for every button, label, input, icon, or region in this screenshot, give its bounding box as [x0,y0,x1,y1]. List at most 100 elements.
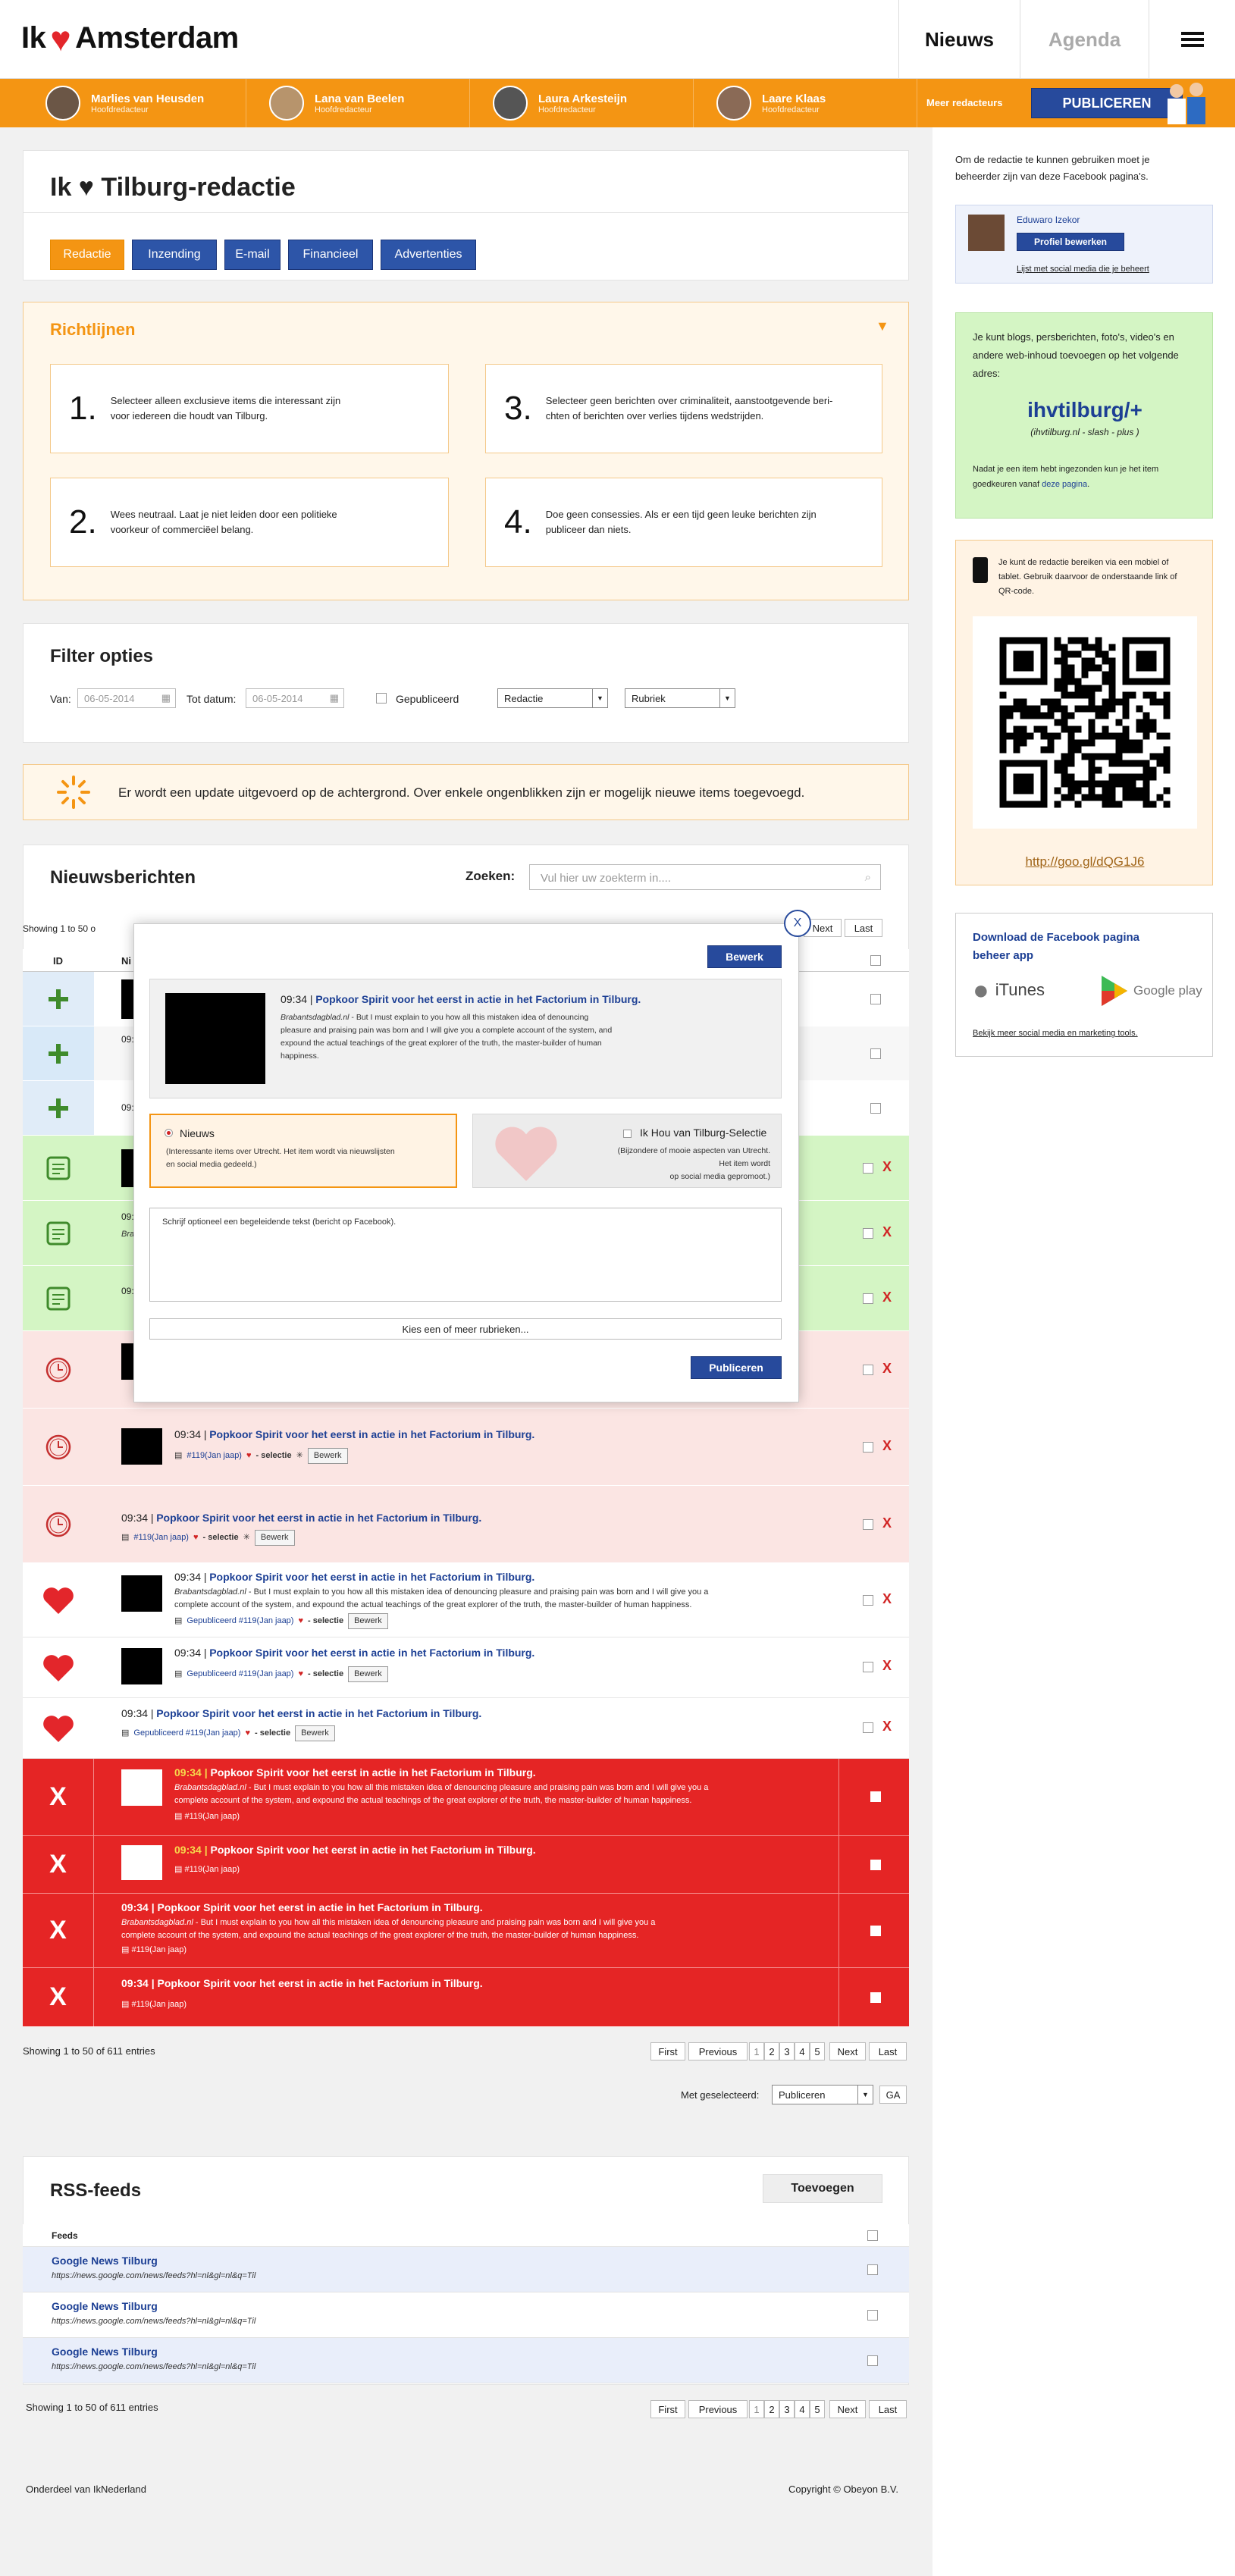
qr-code[interactable] [973,616,1197,829]
row-checkbox[interactable] [863,1722,873,1733]
rubriek-select[interactable]: Kies een of meer rubrieken... [149,1318,782,1340]
bulk-select[interactable]: Publiceren ▼ [772,2085,873,2104]
site-logo[interactable]: Ik ♥ Amsterdam [21,21,239,56]
row-checkbox[interactable] [863,1293,873,1304]
edit-button[interactable]: Bewerk [307,1448,348,1464]
search-input[interactable]: Vul hier uw zoekterm in.... ⌕ [529,864,881,890]
row-checkbox[interactable] [863,1228,873,1239]
tab-financieel[interactable]: Financieel [288,240,373,270]
pager-first[interactable]: First [650,2042,685,2060]
nav-agenda[interactable]: Agenda [1020,0,1149,79]
modal-close-button[interactable]: X [784,910,811,937]
row-checkbox[interactable] [870,1791,881,1802]
table-row[interactable]: X 09:34 | Popkoor Spirit voor het eerst … [23,1836,909,1894]
more-editors-link[interactable]: Meer redacteurs [926,97,1002,108]
pager-first[interactable]: First [650,2400,685,2418]
table-row[interactable]: X 09:34 | Popkoor Spirit voor het eerst … [23,1894,909,1968]
rss-row[interactable]: Google News Tilburg https://news.google.… [23,2338,909,2383]
gepubliceerd-checkbox[interactable] [376,693,387,704]
table-row[interactable]: X 09:34 | Popkoor Spirit voor het eerst … [23,1759,909,1836]
pager-next[interactable]: Next [829,2400,866,2418]
editor-card[interactable]: Laare Klaas Hoofdredacteur [701,79,917,127]
row-checkbox[interactable] [863,1442,873,1453]
table-row[interactable]: 09:34 | Popkoor Spirit voor het eerst in… [23,1409,909,1486]
row-checkbox[interactable] [863,1163,873,1174]
edit-button[interactable]: Bewerk [254,1530,295,1546]
pager-page[interactable]: 2 [764,2042,779,2060]
social-media-link[interactable]: Lijst met social media die je beheert [1017,265,1149,274]
editor-card[interactable]: Marlies van Heusden Hoofdredacteur [30,79,246,127]
edit-profile-button[interactable]: Profiel bewerken [1017,233,1124,251]
row-checkbox[interactable] [870,1860,881,1870]
option-selectie[interactable]: Ik Hou van Tilburg-Selectie (Bijzondere … [472,1114,782,1188]
row-checkbox[interactable] [863,1595,873,1606]
modal-publish-button[interactable]: Publiceren [691,1356,782,1379]
pager-page[interactable]: 4 [795,2400,810,2418]
pager-last[interactable]: Last [845,919,882,937]
tab-advertenties[interactable]: Advertenties [381,240,476,270]
pager-page[interactable]: 3 [779,2042,795,2060]
row-checkbox[interactable] [863,1365,873,1375]
editor-card[interactable]: Lana van Beelen Hoofdredacteur [254,79,470,127]
delete-icon[interactable]: X [882,1658,892,1674]
row-checkbox[interactable] [867,2355,878,2366]
edit-button[interactable]: Bewerk [348,1666,388,1682]
pager-next[interactable]: Next [829,2042,866,2060]
collapse-icon[interactable]: ▼ [876,318,889,334]
pager-page[interactable]: 1 [749,2400,764,2418]
row-checkbox[interactable] [863,1519,873,1530]
bulk-go-button[interactable]: GA [879,2086,907,2104]
table-row[interactable]: 09:34 | Popkoor Spirit voor het eerst in… [23,1486,909,1563]
van-date-input[interactable]: 06-05-2014 ▦ [77,688,176,708]
marketing-tools-link[interactable]: Bekijk meer social media en marketing to… [973,1029,1138,1038]
pager-page[interactable]: 4 [795,2042,810,2060]
edit-button[interactable]: Bewerk [348,1613,388,1629]
pager-page[interactable]: 3 [779,2400,795,2418]
row-checkbox[interactable] [870,994,881,1004]
google-play-button[interactable]: Google play [1099,974,1202,1008]
edit-button[interactable]: Bewerk [295,1725,335,1741]
delete-icon[interactable]: X [882,1591,892,1607]
row-checkbox[interactable] [867,2310,878,2321]
tab-email[interactable]: E-mail [224,240,281,270]
menu-icon[interactable] [1149,0,1235,79]
rubriek-select[interactable]: Rubriek ▼ [625,688,735,708]
row-checkbox[interactable] [863,1662,873,1672]
add-feed-button[interactable]: Toevoegen [763,2174,882,2203]
pager-page[interactable]: 5 [810,2042,825,2060]
tag-link[interactable]: #119(Jan jaap) [187,1449,242,1462]
redactie-select[interactable]: Redactie ▼ [497,688,608,708]
row-checkbox[interactable] [870,1103,881,1114]
row-checkbox[interactable] [867,2264,878,2275]
pager-last[interactable]: Last [869,2042,907,2060]
tag-link[interactable]: #119(Jan jaap) [133,1531,189,1544]
row-checkbox[interactable] [870,1926,881,1936]
delete-icon[interactable]: X [882,1290,892,1305]
pager-page[interactable]: 1 [749,2042,764,2060]
delete-icon[interactable]: X [882,1224,892,1240]
tag-link[interactable]: Gepubliceerd #119(Jan jaap) [187,1615,293,1628]
message-textarea[interactable]: Schrijf optioneel een begeleidende tekst… [149,1208,782,1302]
rss-row[interactable]: Google News Tilburg https://news.google.… [23,2292,909,2338]
select-all-checkbox[interactable] [870,955,881,966]
delete-icon[interactable]: X [882,1515,892,1531]
row-checkbox[interactable] [870,1048,881,1059]
pager-page[interactable]: 2 [764,2400,779,2418]
nav-nieuws[interactable]: Nieuws [898,0,1020,79]
table-row[interactable]: 09:34 | Popkoor Spirit voor het eerst in… [23,1698,909,1759]
qr-link[interactable]: http://goo.gl/dQG1J6 [956,854,1214,870]
option-nieuws[interactable]: Nieuws (Interessante items over Utrecht.… [149,1114,457,1188]
pager-prev[interactable]: Previous [688,2042,748,2060]
footer-left[interactable]: Onderdeel van IkNederland [26,2484,146,2495]
approve-page-link[interactable]: deze pagina [1042,480,1087,489]
pager-page[interactable]: 5 [810,2400,825,2418]
tot-date-input[interactable]: 06-05-2014 ▦ [246,688,344,708]
table-row[interactable]: 09:34 | Popkoor Spirit voor het eerst in… [23,1563,909,1637]
table-row[interactable]: 09:34 | Popkoor Spirit voor het eerst in… [23,1637,909,1698]
tag-link[interactable]: Gepubliceerd #119(Jan jaap) [133,1727,240,1740]
delete-icon[interactable]: X [882,1361,892,1377]
delete-icon[interactable]: X [882,1438,892,1454]
delete-icon[interactable]: X [882,1159,892,1175]
pager-last[interactable]: Last [869,2400,907,2418]
row-checkbox[interactable] [870,1992,881,2003]
